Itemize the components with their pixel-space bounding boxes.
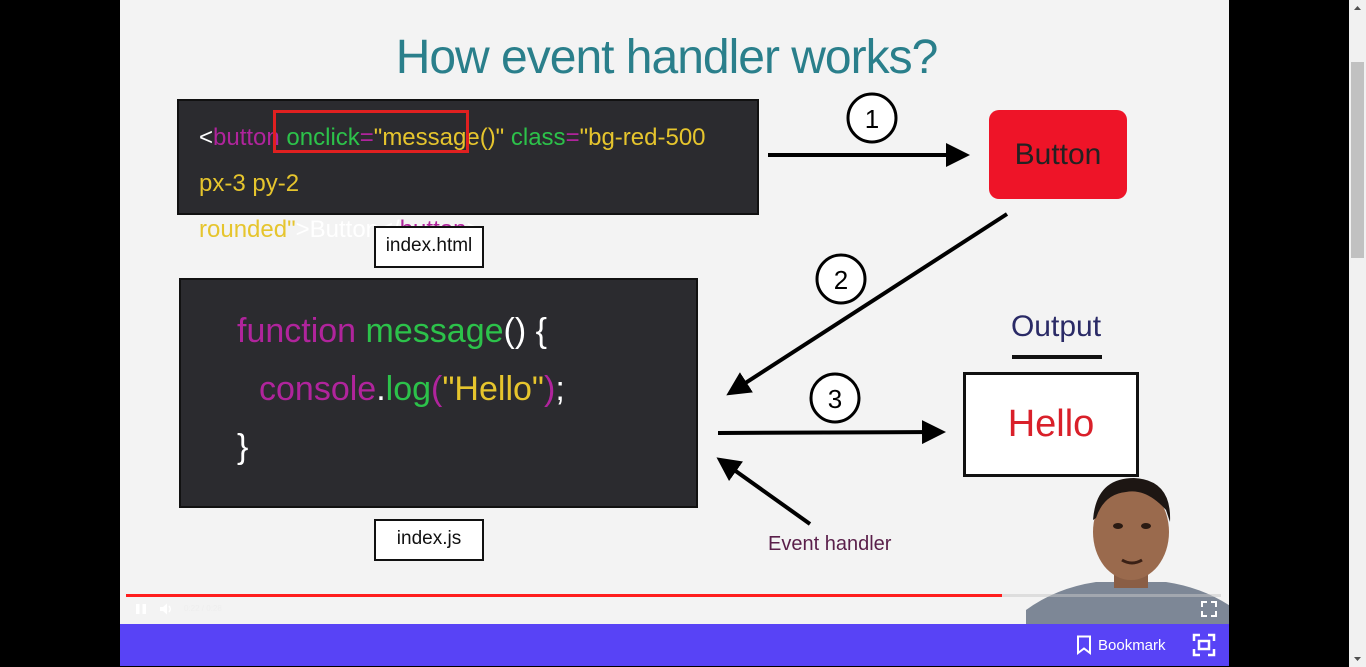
time-display: 0:22 / 0:28	[184, 604, 222, 613]
arrow-step-2	[726, 212, 1009, 396]
page-scrollbar[interactable]	[1349, 0, 1366, 667]
bookmark-icon	[1077, 635, 1091, 655]
progress-bar[interactable]	[126, 594, 1221, 597]
focus-mode-icon[interactable]	[1192, 633, 1216, 657]
bottom-toolbar: Bookmark	[120, 624, 1229, 666]
step-2-label: 2	[834, 265, 848, 295]
step-1-label: 1	[865, 104, 879, 134]
volume-icon[interactable]	[158, 601, 174, 617]
arrow-step-3	[717, 420, 946, 445]
video-player[interactable]: How event handler works? <button onclick…	[120, 0, 1229, 624]
scrollbar-thumb[interactable]	[1351, 62, 1364, 258]
bookmark-button[interactable]: Bookmark	[1076, 633, 1166, 657]
fullscreen-icon[interactable]	[1200, 600, 1218, 618]
arrow-event-handler	[716, 457, 812, 526]
progress-fill	[126, 594, 1002, 597]
step-3-label: 3	[828, 384, 842, 414]
presenter-webcam	[1026, 478, 1229, 624]
scroll-up-icon[interactable]	[1349, 0, 1366, 17]
pause-icon[interactable]	[134, 602, 148, 616]
scroll-down-icon[interactable]	[1349, 650, 1366, 667]
bookmark-label: Bookmark	[1098, 636, 1166, 654]
